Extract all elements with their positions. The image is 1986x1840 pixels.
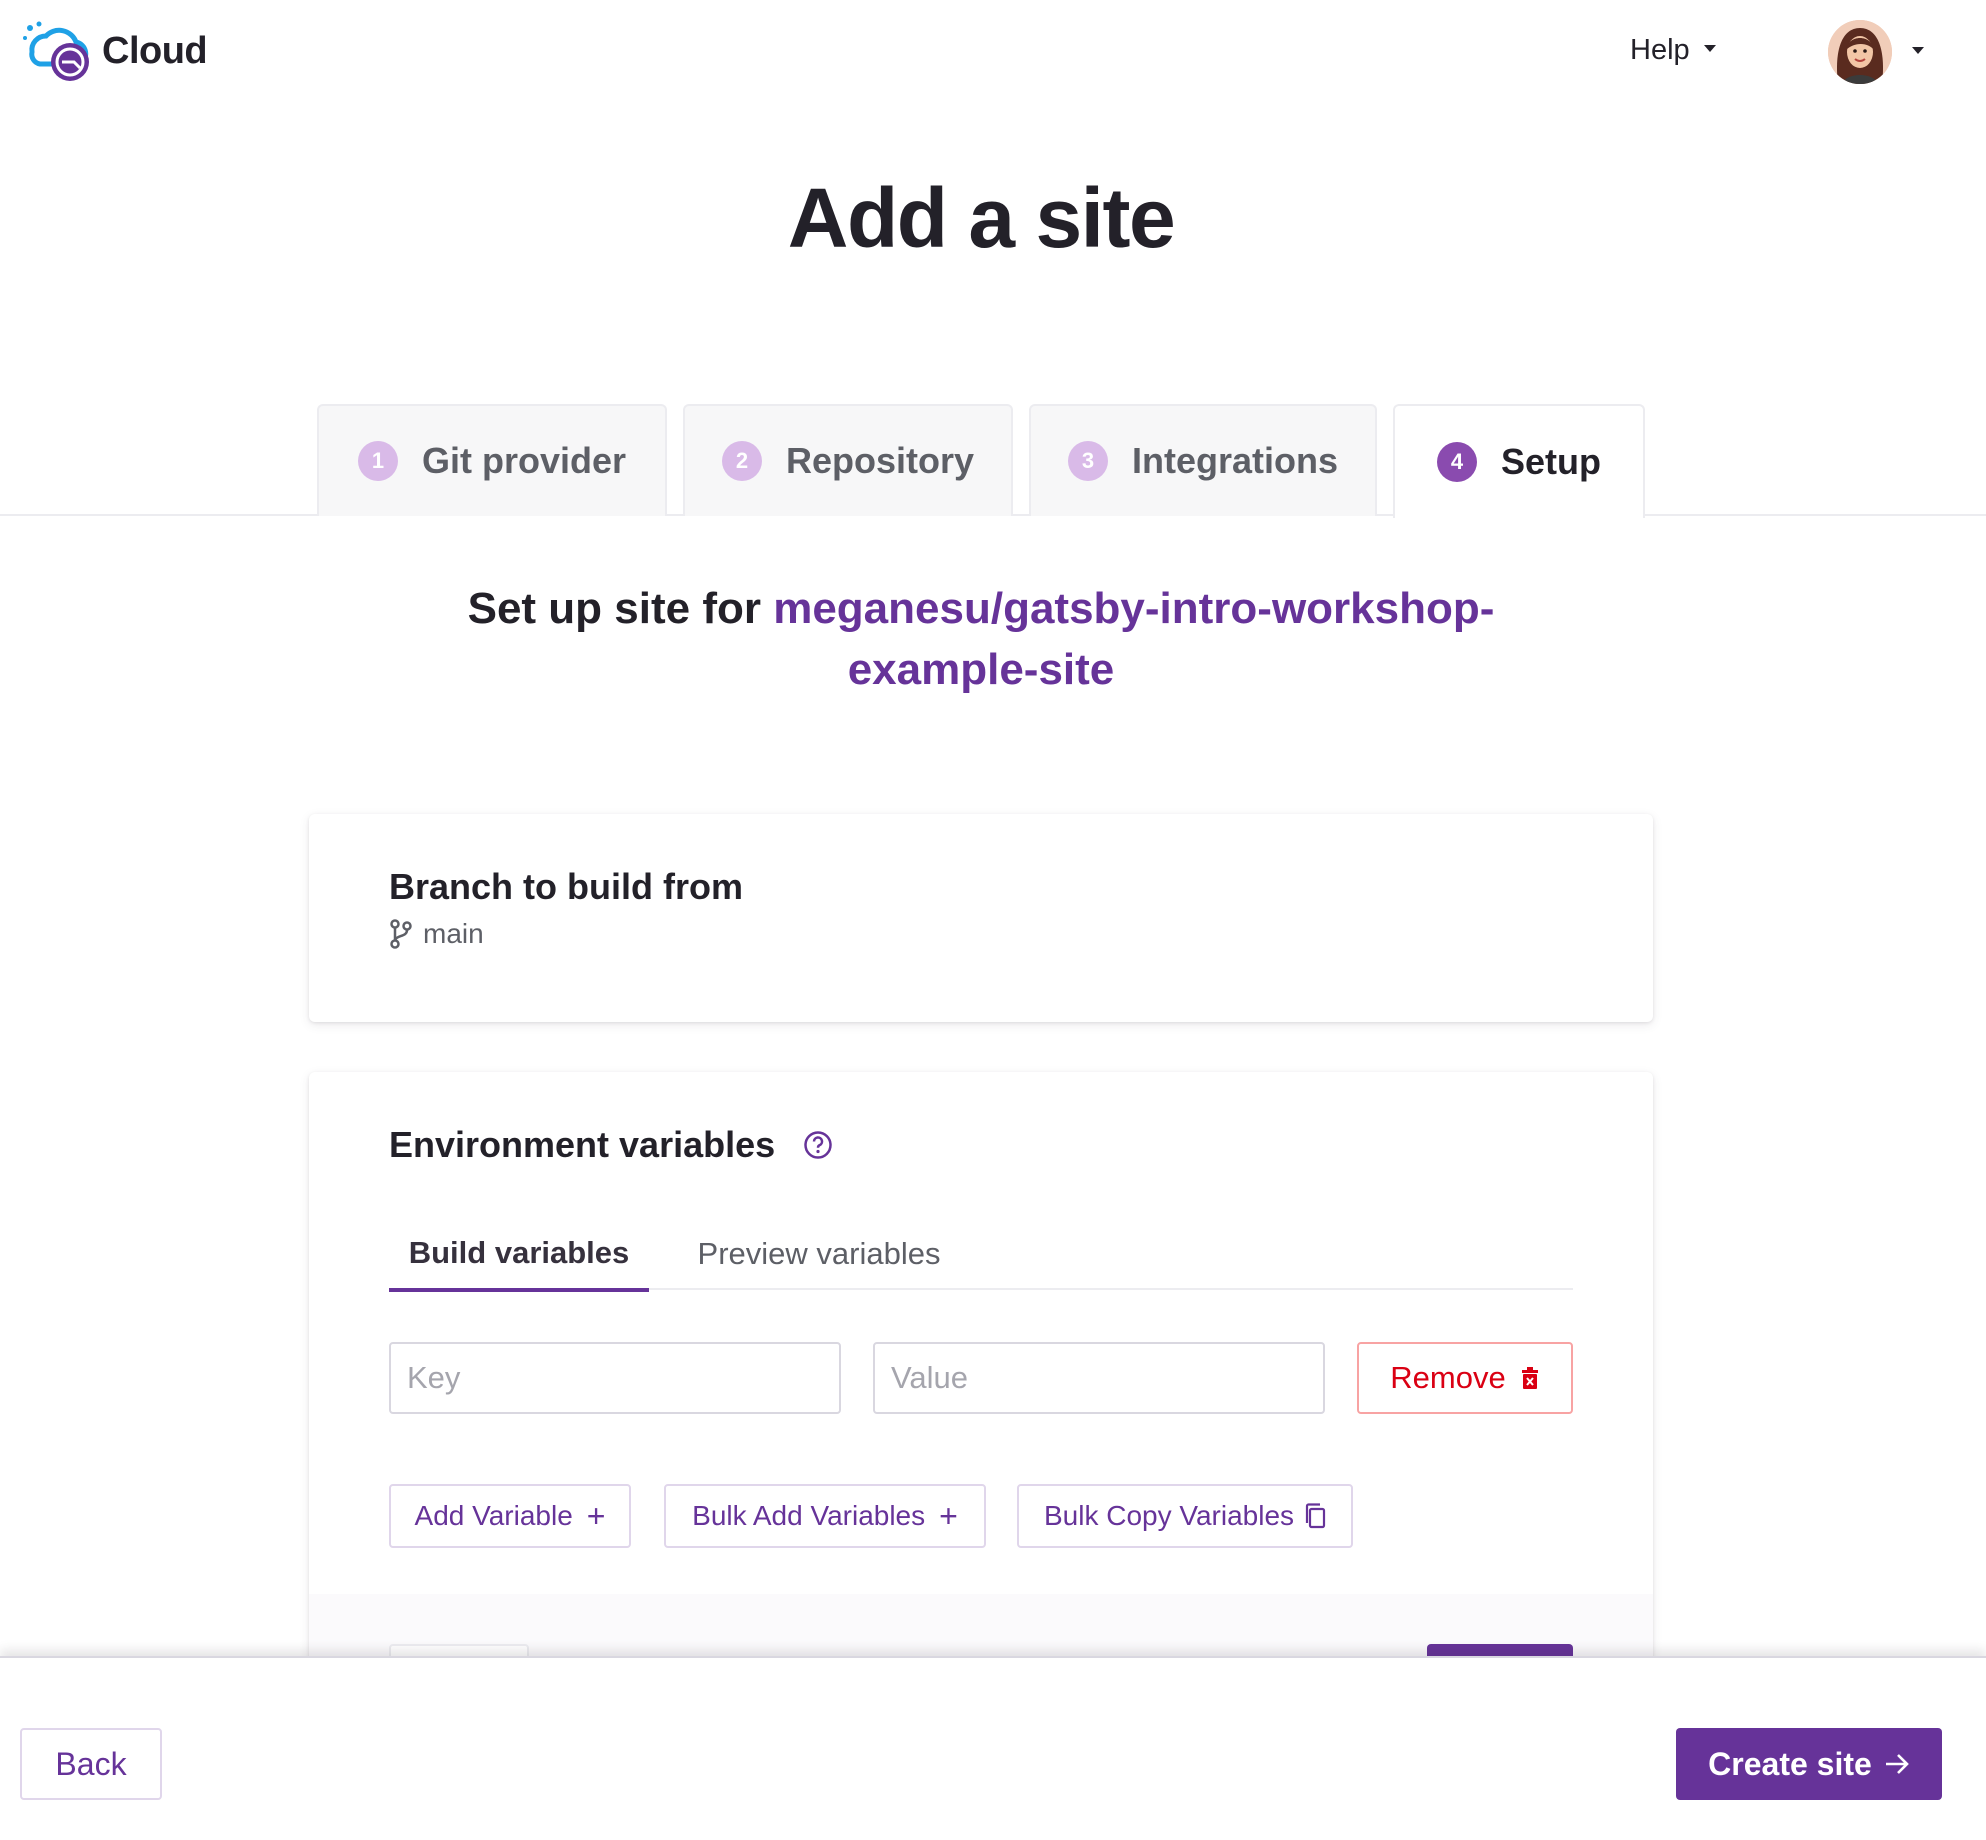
- create-site-button[interactable]: Create site: [1676, 1728, 1942, 1800]
- user-avatar-icon: [1828, 20, 1892, 84]
- repo-name: meganesu/gatsby-intro-workshop-example-s…: [773, 584, 1495, 694]
- avatar: [1828, 20, 1892, 84]
- step-number-badge: 4: [1436, 442, 1477, 482]
- step-number-badge: 1: [357, 441, 398, 481]
- bulk-copy-label: Bulk Copy Variables: [1043, 1500, 1295, 1531]
- question-circle-icon[interactable]: [803, 1130, 833, 1160]
- logo[interactable]: Cloud: [22, 18, 208, 84]
- step-number-badge: 2: [721, 441, 762, 481]
- step-integrations[interactable]: 3 Integrations: [1029, 404, 1377, 516]
- step-setup[interactable]: 4 Setup: [1393, 404, 1645, 518]
- remove-variable-button[interactable]: Remove: [1357, 1342, 1573, 1414]
- plus-icon: +: [939, 1498, 958, 1534]
- plus-icon: +: [586, 1498, 606, 1534]
- step-label: Git provider: [421, 440, 627, 481]
- chevron-down-icon: [1703, 45, 1716, 52]
- logo-text: Cloud: [102, 29, 208, 72]
- user-menu[interactable]: [1828, 20, 1924, 84]
- step-repository[interactable]: 2 Repository: [683, 404, 1013, 516]
- bottom-action-bar: Back Create site: [0, 1656, 1986, 1840]
- chevron-down-icon: [1912, 46, 1924, 54]
- step-label: Repository: [785, 440, 975, 481]
- env-card-title: Environment variables: [389, 1124, 776, 1165]
- step-label: Integrations: [1131, 440, 1338, 481]
- git-branch-icon: [390, 919, 412, 949]
- bulk-add-label: Bulk Add Variables: [692, 1500, 926, 1531]
- step-git-provider[interactable]: 1 Git provider: [317, 404, 667, 516]
- setup-heading: Set up site for meganesu/gatsby-intro-wo…: [400, 578, 1562, 700]
- create-site-label: Create site: [1708, 1745, 1872, 1782]
- bulk-copy-variables-button[interactable]: Bulk Copy Variables: [1017, 1484, 1353, 1548]
- tab-preview-variables[interactable]: Preview variables: [679, 1218, 959, 1290]
- branch-card-title: Branch to build from: [389, 866, 743, 907]
- tab-build-variables[interactable]: Build variables: [389, 1218, 649, 1292]
- key-input[interactable]: [389, 1342, 841, 1414]
- env-tabs: Build variables Preview variables: [389, 1218, 1573, 1292]
- remove-label: Remove: [1390, 1360, 1506, 1395]
- trash-icon: [1521, 1367, 1538, 1389]
- help-label: Help: [1630, 34, 1690, 66]
- env-title-row: Environment variables: [389, 1124, 833, 1166]
- page-title: Add a site: [787, 171, 1176, 265]
- copy-icon: [1305, 1503, 1326, 1529]
- arrow-right-icon: [1885, 1754, 1909, 1774]
- help-menu[interactable]: Help: [1630, 34, 1716, 67]
- branch-row: main: [389, 918, 484, 950]
- value-input[interactable]: [873, 1342, 1325, 1414]
- top-bar: Cloud Help: [0, 0, 1986, 105]
- back-button[interactable]: Back: [20, 1728, 162, 1800]
- step-number-badge: 3: [1067, 441, 1108, 481]
- cloud-logo-icon: [23, 21, 89, 81]
- add-variable-label: Add Variable: [414, 1500, 573, 1531]
- branch-name: main: [423, 918, 484, 949]
- add-variable-button[interactable]: Add Variable +: [389, 1484, 631, 1548]
- setup-heading-prefix: Set up site for: [467, 584, 774, 633]
- branch-card: Branch to build from main: [309, 814, 1653, 1022]
- bulk-add-variables-button[interactable]: Bulk Add Variables +: [664, 1484, 986, 1548]
- step-label: Setup: [1500, 441, 1601, 482]
